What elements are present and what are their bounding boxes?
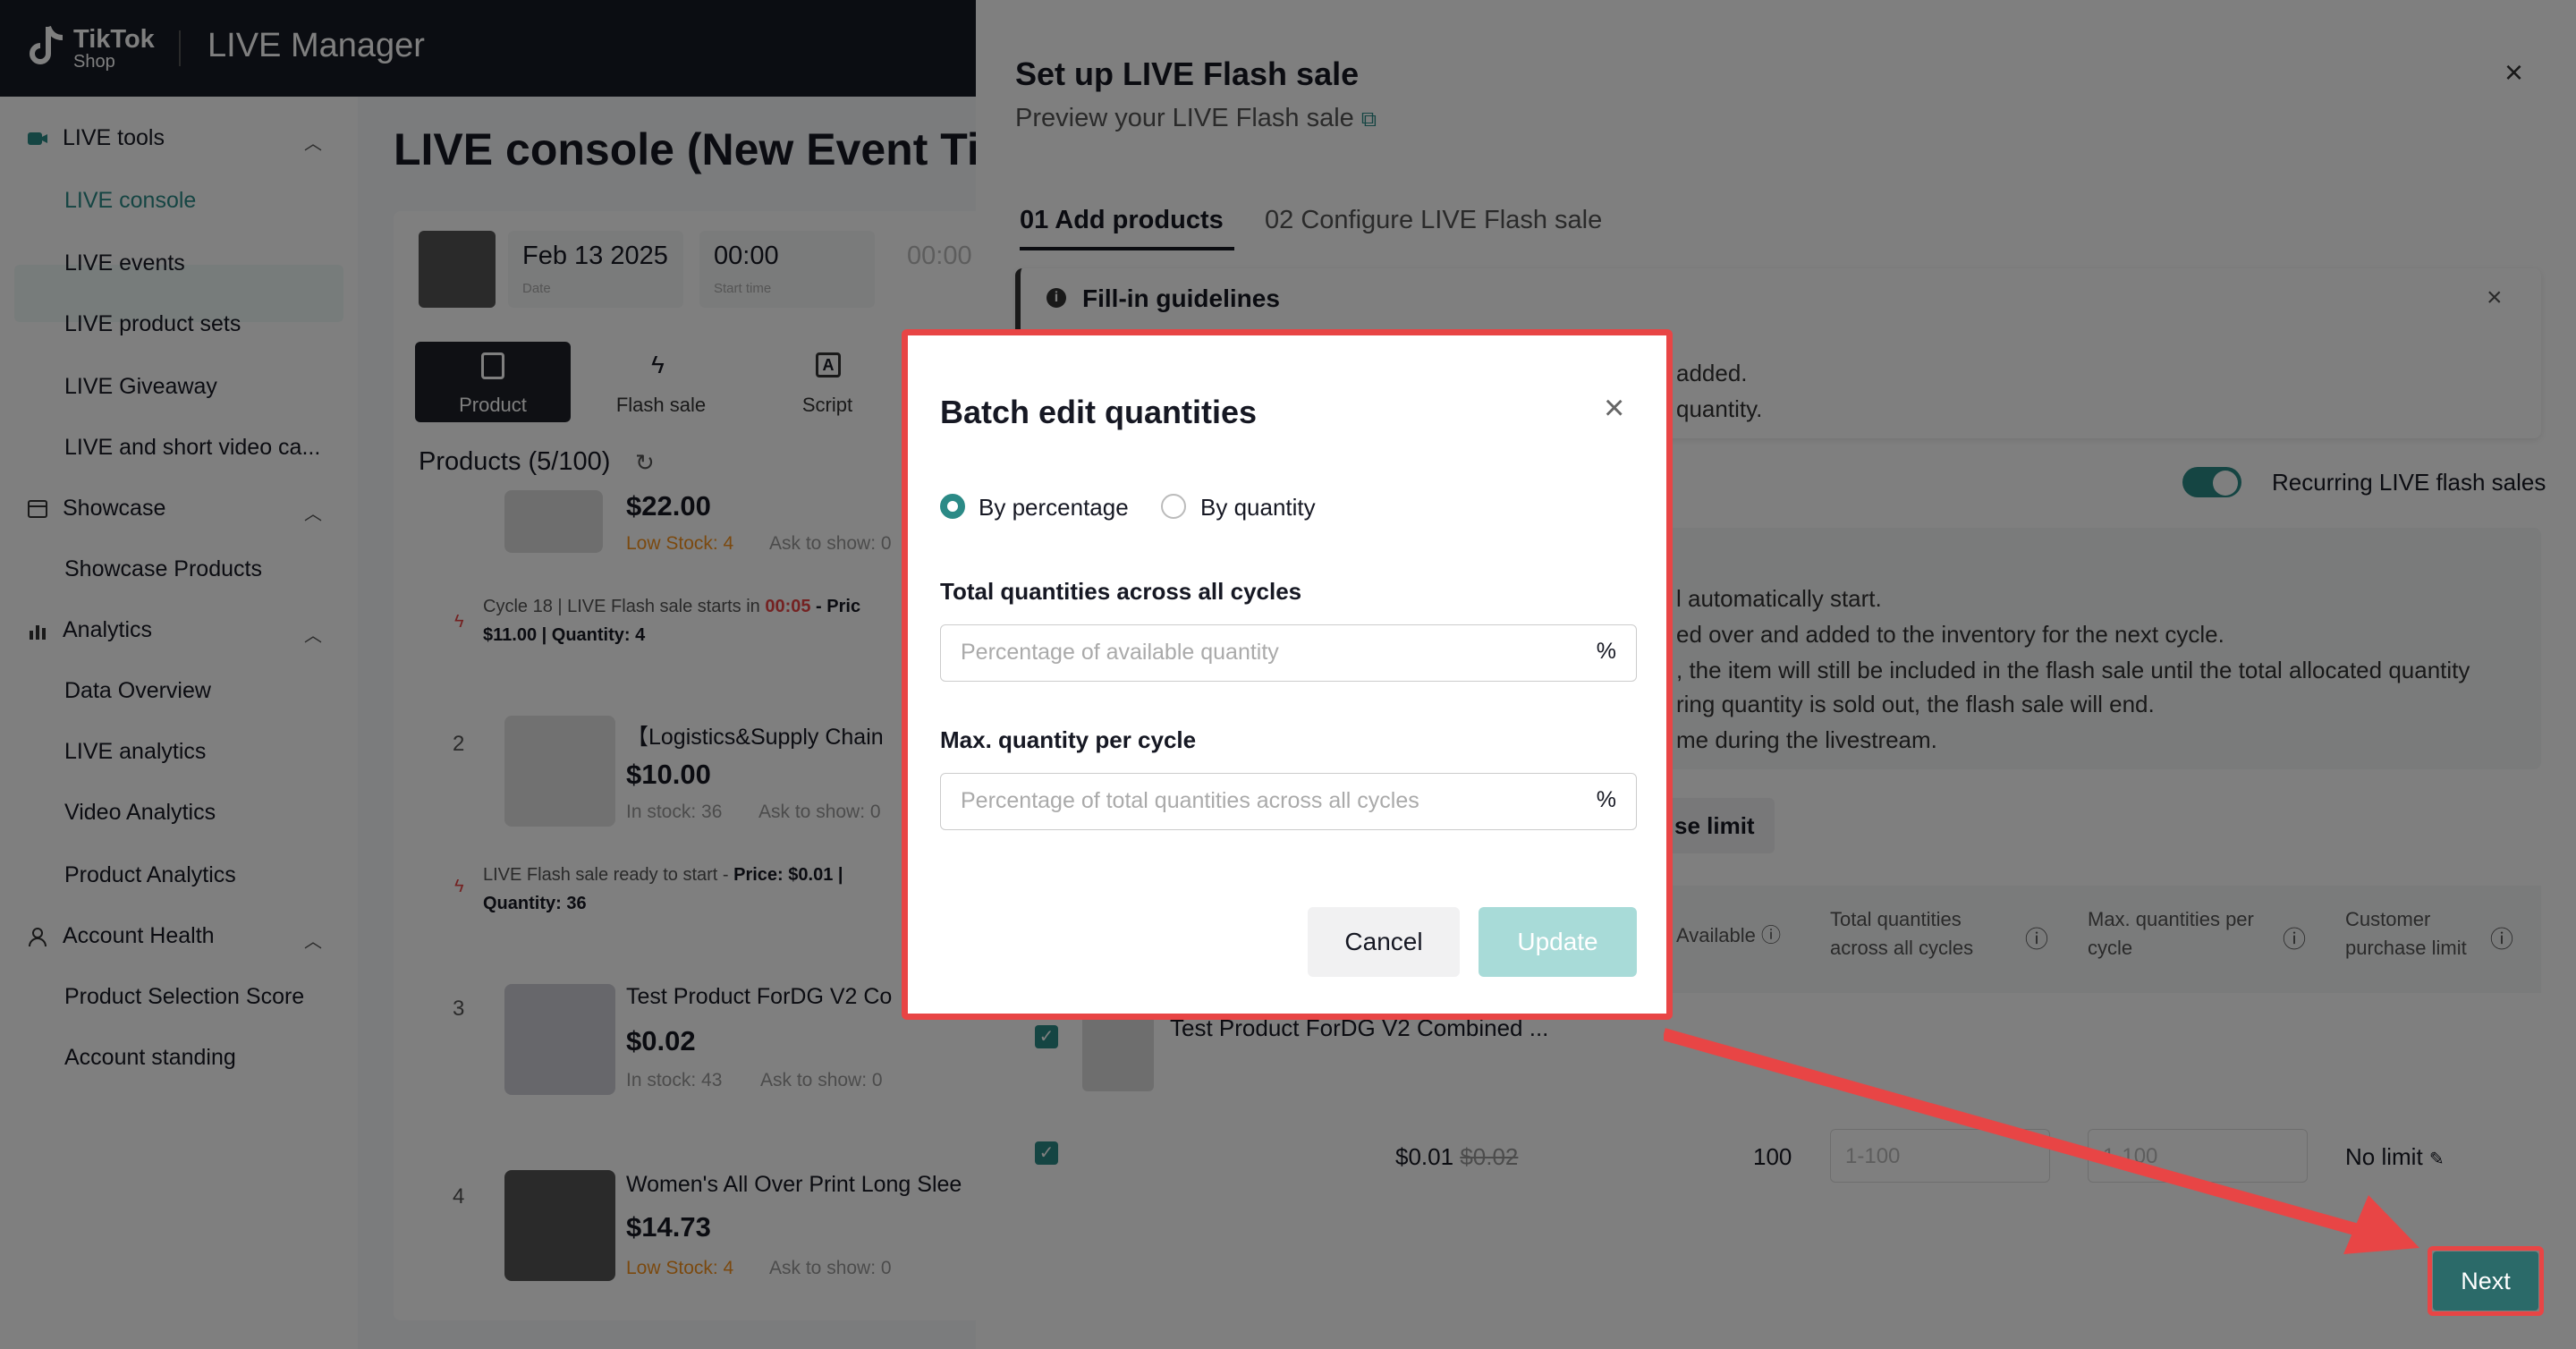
max-percentage-input[interactable]: Percentage of total quantities across al…	[940, 773, 1637, 830]
input-placeholder: Percentage of total quantities across al…	[961, 788, 1419, 813]
cancel-button[interactable]: Cancel	[1308, 907, 1460, 977]
field-label-total: Total quantities across all cycles	[940, 578, 1302, 605]
radio-label-quantity[interactable]: By quantity	[1200, 494, 1316, 522]
radio-label-percentage[interactable]: By percentage	[979, 494, 1129, 522]
percent-suffix: %	[1596, 787, 1616, 812]
update-button[interactable]: Update	[1479, 907, 1637, 977]
annotation-arrow-icon	[1664, 1028, 2419, 1254]
total-percentage-input[interactable]: Percentage of available quantity %	[940, 624, 1637, 682]
modal-title: Batch edit quantities	[940, 394, 1258, 430]
percent-suffix: %	[1596, 639, 1616, 664]
radio-by-quantity[interactable]	[1161, 494, 1186, 519]
input-placeholder: Percentage of available quantity	[961, 640, 1279, 665]
radio-by-percentage[interactable]	[940, 494, 965, 519]
overlay-backdrop[interactable]	[0, 0, 976, 1349]
close-icon[interactable]: ×	[1604, 388, 1624, 428]
field-label-max: Max. quantity per cycle	[940, 726, 1197, 753]
